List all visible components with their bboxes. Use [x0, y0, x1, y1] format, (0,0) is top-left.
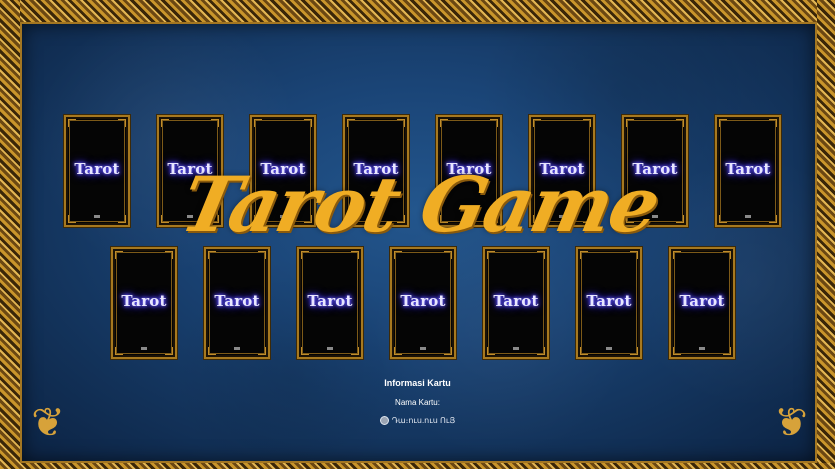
card-mark — [699, 347, 705, 350]
tarot-card[interactable]: Tarot — [297, 247, 363, 359]
info-heading: Informasi Kartu — [384, 378, 451, 388]
card-label: Tarot — [74, 160, 120, 178]
card-mark — [420, 347, 426, 350]
card-mark — [94, 215, 100, 218]
tarot-card[interactable]: Tarot — [111, 247, 177, 359]
radio-icon — [379, 416, 389, 425]
card-label: Tarot — [400, 292, 446, 310]
card-label: Tarot — [493, 292, 539, 310]
card-mark — [327, 347, 333, 350]
ornate-border-top — [0, 0, 835, 22]
card-mark — [513, 347, 519, 350]
card-label: Tarot — [679, 292, 725, 310]
corner-ornament-icon: ❦ — [774, 400, 808, 446]
tarot-card[interactable]: Tarot — [390, 247, 456, 359]
tarot-card[interactable]: Tarot — [715, 115, 781, 227]
card-label: Tarot — [214, 292, 260, 310]
card-mark — [141, 347, 147, 350]
card-info-panel: Informasi Kartu Nama Kartu: Դա։ուս.ուս Ո… — [300, 376, 535, 425]
card-name-label: Nama Kartu: — [395, 398, 440, 407]
card-mark — [606, 347, 612, 350]
corner-ornament-icon: ❦ — [31, 400, 65, 446]
tarot-card[interactable]: Tarot — [64, 115, 130, 227]
game-title: Tarot Game — [173, 160, 667, 249]
info-status-text: Դա։ուս.ուս ՈւՅ — [391, 416, 456, 425]
card-mark — [234, 347, 240, 350]
game-stage: ❦ ❦ Tarot Tarot Tarot Tarot Tarot Tarot … — [0, 0, 835, 469]
tarot-card[interactable]: Tarot — [483, 247, 549, 359]
info-status-row: Դա։ուս.ուս ՈւՅ — [300, 416, 535, 425]
card-mark — [745, 215, 751, 218]
card-label: Tarot — [725, 160, 771, 178]
tarot-card[interactable]: Tarot — [669, 247, 735, 359]
ornate-border-left — [0, 0, 20, 469]
card-label: Tarot — [121, 292, 167, 310]
tarot-card[interactable]: Tarot — [576, 247, 642, 359]
card-label: Tarot — [586, 292, 632, 310]
ornate-border-bottom — [0, 463, 835, 469]
card-label: Tarot — [307, 292, 353, 310]
tarot-card[interactable]: Tarot — [204, 247, 270, 359]
